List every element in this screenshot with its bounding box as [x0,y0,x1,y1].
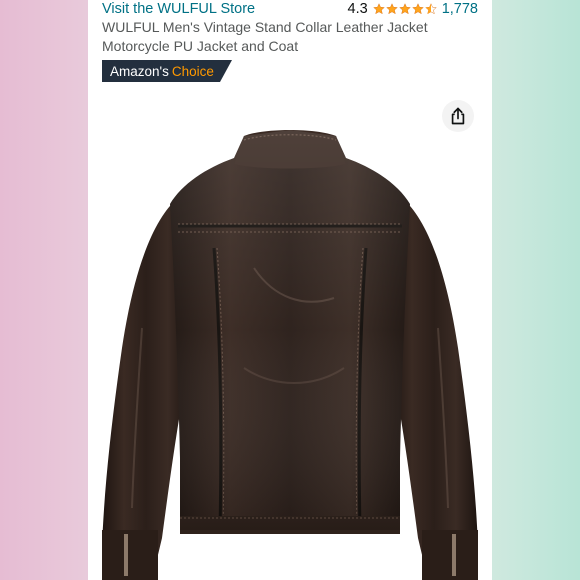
rating-value: 4.3 [347,1,368,17]
left-cuff [102,530,158,580]
product-title: WULFUL Men's Vintage Stand Collar Leathe… [102,19,428,54]
right-cuff [422,530,478,580]
badge-tail [219,60,232,82]
right-cuff-zipper [452,534,456,576]
star-icon [385,3,398,15]
badge-prefix: Amazon's [110,63,169,79]
star-icon [411,3,424,15]
badge-label: Amazon's Choice [102,60,220,82]
badge-accent: Choice [171,63,214,79]
star-icon [372,3,385,15]
share-icon [451,107,465,125]
product-image[interactable] [94,128,486,580]
star-half-icon [424,3,437,15]
product-page: Visit the WULFUL Store 4.3 1,778 WULFUL … [88,0,492,580]
product-header: Visit the WULFUL Store 4.3 1,778 WULFUL … [88,0,492,96]
star-icon [398,3,411,15]
left-cuff-zipper [124,534,128,576]
rating-summary[interactable]: 4.3 1,778 [348,0,478,18]
amazons-choice-badge[interactable]: Amazon's Choice [102,60,232,82]
rating-count[interactable]: 1,778 [442,0,478,18]
store-link[interactable]: Visit the WULFUL Store [102,0,255,18]
rating-stars [372,3,437,15]
